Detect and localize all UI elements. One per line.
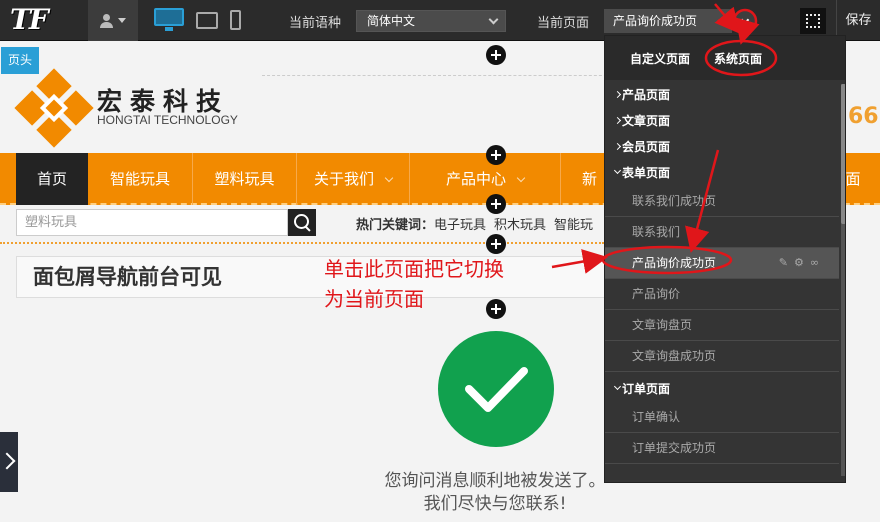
side-panel-toggle[interactable] bbox=[0, 432, 18, 492]
chevron-down-icon bbox=[384, 173, 394, 183]
page-item[interactable]: 订单确认 bbox=[605, 402, 839, 433]
page-select[interactable]: 产品询价成功页 bbox=[604, 9, 732, 33]
edit-icon[interactable]: ✎ bbox=[779, 256, 794, 269]
phone-number: 66 bbox=[848, 104, 879, 129]
divider bbox=[262, 75, 622, 76]
hot-keywords: 热门关键词：电子玩具 积木玩具 智能玩 bbox=[356, 214, 601, 233]
settings-icon[interactable]: ⚙ bbox=[794, 256, 810, 269]
annotation-text: 单击此页面把它切换 为当前页面 bbox=[324, 254, 504, 314]
success-line-2: 我们尽快与您联系! bbox=[423, 494, 567, 514]
page-item-label: 产品询价成功页 bbox=[632, 256, 717, 270]
hot-keywords-label: 热门关键词： bbox=[356, 218, 435, 233]
link-icon[interactable]: ∞ bbox=[810, 256, 825, 269]
annotation-line-1: 单击此页面把它切换 bbox=[324, 257, 504, 281]
add-section-button[interactable] bbox=[486, 234, 506, 254]
page-list: 产品页面 文章页面 会员页面 表单页面 联系我们成功页 联系我们 产品询价成功页… bbox=[605, 82, 839, 464]
nav-item-smart-toys[interactable]: 智能玩具 bbox=[88, 153, 192, 205]
selection-icon bbox=[806, 14, 820, 28]
language-select[interactable]: 简体中文 bbox=[356, 10, 506, 32]
page-item[interactable]: 文章询盘页 bbox=[605, 310, 839, 341]
divider bbox=[0, 242, 604, 244]
dropdown-scrollbar[interactable] bbox=[841, 84, 845, 476]
brand-subtitle: HONGTAI TECHNOLOGY bbox=[97, 113, 238, 127]
chevron-right-icon bbox=[613, 142, 622, 151]
app-logo: TF bbox=[10, 3, 49, 36]
breadcrumb: 面包屑导航前台可见 bbox=[16, 256, 606, 298]
nav-item-plastic-toys[interactable]: 塑料玩具 bbox=[193, 153, 296, 205]
page-value: 产品询价成功页 bbox=[613, 14, 698, 28]
tab-custom-pages[interactable]: 自定义页面 bbox=[630, 50, 690, 67]
user-icon bbox=[100, 13, 113, 28]
nav-item-news[interactable]: 新闻 bbox=[561, 153, 605, 205]
search-button[interactable] bbox=[288, 209, 316, 236]
group-label: 会员页面 bbox=[622, 140, 671, 154]
group-label: 订单页面 bbox=[622, 382, 671, 396]
scrollbar-thumb[interactable] bbox=[841, 84, 845, 224]
brand-logo-icon bbox=[14, 68, 94, 148]
success-check-icon bbox=[438, 331, 554, 447]
page-item[interactable]: 订单提交成功页 bbox=[605, 433, 839, 464]
add-section-button[interactable] bbox=[486, 45, 506, 65]
nav-item-last[interactable]: 面 bbox=[843, 153, 863, 205]
page-label: 当前页面 bbox=[537, 16, 590, 31]
chevron-down-icon bbox=[740, 15, 750, 24]
mobile-view-icon[interactable] bbox=[230, 10, 241, 30]
user-menu-button[interactable] bbox=[88, 0, 138, 41]
chevron-right-icon bbox=[613, 116, 622, 125]
select-mode-button[interactable] bbox=[800, 8, 826, 34]
tab-system-pages[interactable]: 系统页面 bbox=[714, 50, 762, 67]
language-label: 当前语种 bbox=[289, 16, 342, 31]
page-item[interactable]: 文章询盘成功页 bbox=[605, 341, 839, 372]
hot-keyword[interactable]: 智能玩 bbox=[554, 218, 593, 233]
page-group-order[interactable]: 订单页面 bbox=[605, 376, 839, 402]
nav-label: 关于我们 bbox=[313, 170, 374, 188]
page-dropdown: 自定义页面 系统页面 产品页面 文章页面 会员页面 表单页面 联系我们成功页 联… bbox=[604, 35, 846, 483]
chevron-down-icon bbox=[613, 166, 622, 175]
page-group-member[interactable]: 会员页面 bbox=[605, 134, 839, 160]
page-item[interactable]: 产品询价 bbox=[605, 279, 839, 310]
page-group-form[interactable]: 表单页面 bbox=[605, 160, 839, 186]
annotation-line-2: 为当前页面 bbox=[324, 287, 424, 311]
page-item-tools: ✎⚙∞ bbox=[779, 248, 825, 278]
language-value: 简体中文 bbox=[367, 14, 416, 28]
add-section-button[interactable] bbox=[486, 194, 506, 214]
hot-keyword[interactable]: 电子玩具 bbox=[434, 218, 486, 233]
chevron-down-icon bbox=[516, 173, 526, 183]
nav-label: 产品中心 bbox=[445, 170, 506, 188]
page-group-product[interactable]: 产品页面 bbox=[605, 82, 839, 108]
caret-down-icon bbox=[118, 18, 126, 23]
tablet-view-icon[interactable] bbox=[196, 12, 218, 29]
page-item-selected[interactable]: 产品询价成功页 ✎⚙∞ bbox=[605, 248, 839, 279]
page-type-tabs: 自定义页面 系统页面 bbox=[605, 36, 845, 80]
chevron-down-icon bbox=[488, 14, 499, 25]
chevron-right-icon bbox=[613, 90, 622, 99]
page-group-article[interactable]: 文章页面 bbox=[605, 108, 839, 134]
group-label: 表单页面 bbox=[622, 166, 671, 180]
nav-item-products[interactable]: 产品中心 bbox=[410, 153, 560, 205]
group-label: 产品页面 bbox=[622, 88, 671, 102]
search-input[interactable]: 塑料玩具 bbox=[16, 209, 288, 236]
page-dropdown-toggle[interactable] bbox=[734, 10, 756, 32]
desktop-view-icon[interactable] bbox=[154, 8, 184, 32]
group-label: 文章页面 bbox=[622, 114, 671, 128]
page-item[interactable]: 联系我们 bbox=[605, 217, 839, 248]
nav-item-home[interactable]: 首页 bbox=[16, 153, 88, 205]
page-item[interactable]: 联系我们成功页 bbox=[605, 186, 839, 217]
add-section-button[interactable] bbox=[486, 145, 506, 165]
hot-keyword[interactable]: 积木玩具 bbox=[494, 218, 546, 233]
nav-item-about[interactable]: 关于我们 bbox=[297, 153, 409, 205]
chevron-down-icon bbox=[613, 382, 622, 391]
